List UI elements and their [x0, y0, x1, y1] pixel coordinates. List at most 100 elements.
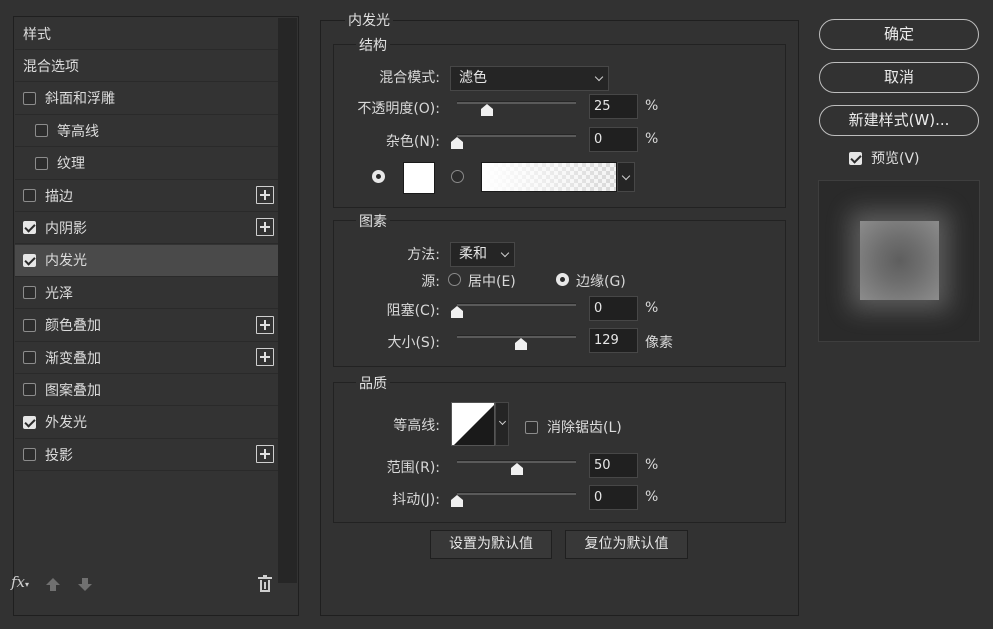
styles-list-scrollbar[interactable]: [278, 18, 297, 583]
cancel-button[interactable]: 取消: [819, 62, 979, 93]
range-slider-thumb[interactable]: [510, 463, 523, 475]
method-select[interactable]: 柔和: [450, 242, 515, 267]
size-label: 大小(S):: [387, 335, 440, 351]
jitter-unit: %: [645, 489, 659, 505]
style-checkbox[interactable]: [23, 253, 36, 267]
style-list-item[interactable]: 光泽: [15, 277, 278, 310]
contour-preview[interactable]: [451, 402, 495, 446]
panel-title: 内发光: [345, 10, 393, 30]
chevron-down-icon: [498, 417, 507, 426]
style-checkbox[interactable]: [23, 415, 36, 429]
style-list-item[interactable]: 内发光: [15, 244, 278, 277]
style-list-item-label: 纹理: [57, 156, 85, 173]
style-checkbox[interactable]: [35, 124, 48, 138]
add-effect-plus-icon[interactable]: [256, 186, 274, 204]
styles-list: 样式混合选项 斜面和浮雕 等高线纹理描边 内阴影内发光光泽 颜色叠加 渐变叠加图案叠加外发…: [15, 18, 278, 478]
noise-label: 杂色(N):: [385, 134, 440, 150]
style-list-item-label: 内发光: [45, 253, 87, 270]
source-center-radio[interactable]: [448, 273, 461, 286]
opacity-slider-thumb[interactable]: [480, 104, 493, 116]
style-list-item[interactable]: 图案叠加: [15, 374, 278, 407]
style-list-item[interactable]: 内阴影: [15, 212, 278, 245]
style-checkbox[interactable]: [23, 448, 36, 462]
add-effect-plus-icon[interactable]: [256, 348, 274, 366]
choke-input[interactable]: 0: [589, 296, 638, 321]
style-list-item[interactable]: 混合选项: [15, 50, 278, 83]
trash-icon[interactable]: [258, 575, 272, 592]
preview-checkbox-box[interactable]: [849, 151, 862, 165]
style-list-item-label: 样式: [23, 26, 51, 43]
jitter-slider[interactable]: [457, 492, 576, 495]
noise-slider-thumb[interactable]: [451, 137, 463, 149]
gradient-radio[interactable]: [451, 170, 464, 183]
range-input[interactable]: 50: [589, 453, 638, 478]
size-slider-thumb[interactable]: [515, 338, 528, 350]
noise-input[interactable]: 0: [589, 127, 638, 152]
ok-button[interactable]: 确定: [819, 19, 979, 50]
choke-slider[interactable]: [457, 303, 576, 306]
method-value: 柔和: [459, 246, 487, 262]
style-checkbox[interactable]: [23, 383, 36, 397]
style-checkbox[interactable]: [35, 156, 48, 170]
solid-color-radio[interactable]: [372, 170, 385, 183]
move-down-icon[interactable]: [78, 578, 92, 592]
style-list-item[interactable]: 等高线: [15, 115, 278, 148]
style-list-item-label: 外发光: [45, 415, 87, 432]
opacity-label: 不透明度(O):: [357, 101, 440, 117]
add-effect-plus-icon[interactable]: [256, 445, 274, 464]
style-checkbox[interactable]: [23, 221, 36, 235]
style-list-item-label: 图案叠加: [45, 382, 101, 399]
style-list-item[interactable]: 投影: [15, 439, 278, 472]
fx-label: fx: [11, 573, 26, 591]
opacity-unit: %: [645, 98, 659, 114]
antialias-checkbox-box[interactable]: [525, 420, 538, 434]
noise-slider[interactable]: [457, 134, 576, 137]
contour-dropdown[interactable]: [495, 402, 509, 446]
chevron-down-icon: [621, 171, 631, 181]
style-checkbox[interactable]: [23, 318, 36, 332]
style-checkbox[interactable]: [23, 351, 36, 364]
jitter-input[interactable]: 0: [589, 485, 638, 510]
style-list-item[interactable]: 颜色叠加: [15, 310, 278, 342]
choke-label: 阻塞(C):: [386, 303, 440, 319]
preview-checkbox[interactable]: 预览(V): [849, 148, 920, 168]
choke-unit: %: [645, 300, 659, 316]
quality-title: 品质: [356, 373, 390, 393]
choke-slider-thumb[interactable]: [451, 306, 463, 318]
method-label: 方法:: [407, 247, 440, 263]
size-input[interactable]: 129: [589, 328, 638, 353]
style-checkbox[interactable]: [23, 286, 36, 300]
style-list-item[interactable]: 描边: [15, 180, 278, 212]
style-checkbox[interactable]: [23, 189, 36, 202]
style-list-item[interactable]: 外发光: [15, 407, 278, 439]
preview-thumbnail: [860, 221, 939, 300]
style-list-item[interactable]: 斜面和浮雕: [15, 83, 278, 115]
chevron-down-icon: [594, 72, 604, 82]
source-center-label[interactable]: 居中(E): [468, 271, 516, 291]
style-checkbox[interactable]: [23, 91, 36, 105]
chevron-down-icon: [500, 248, 510, 258]
add-effect-plus-icon[interactable]: [256, 315, 274, 334]
gradient-dropdown[interactable]: [617, 162, 635, 192]
reset-default-button[interactable]: 复位为默认值: [565, 530, 688, 559]
jitter-slider-thumb[interactable]: [451, 495, 463, 507]
opacity-slider[interactable]: [457, 101, 576, 104]
opacity-input[interactable]: 25: [589, 94, 638, 119]
gradient-swatch[interactable]: [481, 162, 617, 192]
make-default-button[interactable]: 设置为默认值: [430, 530, 552, 559]
antialias-checkbox[interactable]: 消除锯齿(L): [525, 417, 622, 437]
new-style-button[interactable]: 新建样式(W)...: [819, 105, 979, 136]
add-effect-plus-icon[interactable]: [256, 218, 274, 237]
preview-label: 预览(V): [871, 151, 920, 167]
size-unit: 像素: [645, 335, 673, 351]
style-list-item[interactable]: 渐变叠加: [15, 342, 278, 374]
glow-color-swatch[interactable]: [403, 162, 435, 194]
move-up-icon[interactable]: [46, 578, 60, 592]
style-list-item[interactable]: 纹理: [15, 148, 278, 180]
source-edge-label[interactable]: 边缘(G): [576, 271, 626, 291]
source-edge-radio[interactable]: [556, 273, 569, 286]
style-list-item-label: 投影: [45, 447, 73, 464]
style-list-item[interactable]: 样式: [15, 18, 278, 50]
fx-icon[interactable]: fx▾: [11, 573, 29, 591]
blend-mode-select[interactable]: 滤色: [450, 66, 609, 91]
